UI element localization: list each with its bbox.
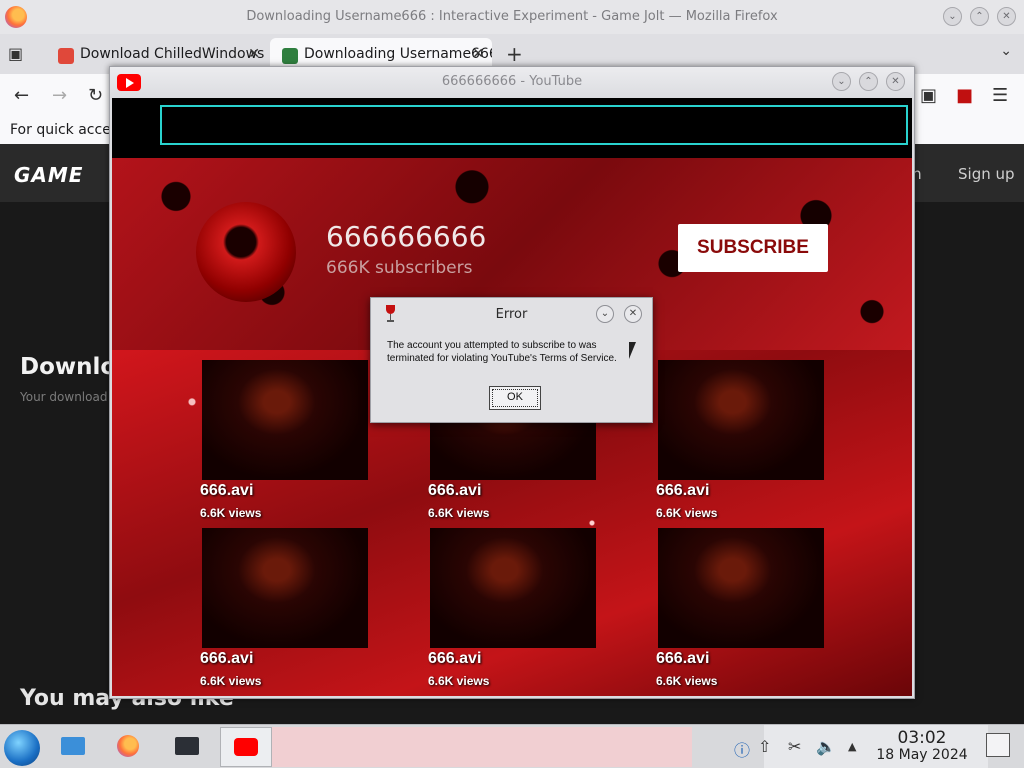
channel-avatar [196,202,296,302]
video-views: 6.6K views [200,506,262,520]
menu-icon[interactable]: ☰ [992,85,1008,106]
subscribe-button[interactable]: SUBSCRIBE [678,224,828,272]
error-dialog-close-button[interactable]: ✕ [624,305,642,323]
video-title[interactable]: 666.avi [428,482,481,500]
new-tab-button[interactable]: + [506,42,523,66]
taskbar-empty-space [272,727,692,767]
error-message: The account you attempted to subscribe t… [387,340,617,364]
video-title[interactable]: 666.avi [200,650,253,668]
channel-name: 666666666 [326,220,487,253]
itch-favicon-icon [58,48,74,64]
tab-label: Downloading Username666 [304,46,492,62]
tab-close-icon[interactable]: ✕ [472,46,484,62]
video-thumbnail[interactable] [658,528,824,648]
video-title[interactable]: 666.avi [656,650,709,668]
video-thumbnail[interactable] [202,528,368,648]
ok-button[interactable]: OK [489,386,541,410]
taskbar-youtube[interactable] [220,727,272,767]
youtube-minimize-button[interactable]: ⌄ [832,72,851,91]
download-subtext: Your download [20,390,108,404]
youtube-search-box[interactable] [160,105,908,145]
maximize-button[interactable]: ⌃ [970,7,989,26]
reload-icon[interactable]: ↻ [88,85,103,106]
error-dialog-titlebar[interactable]: Error ⌄ ✕ [371,298,652,330]
volume-muted-icon[interactable]: 🔈 [816,737,836,756]
taskbar-file-manager[interactable] [48,727,100,767]
sign-up-link[interactable]: Sign up [958,165,1015,183]
firefox-icon [117,735,139,757]
folder-icon [61,737,85,755]
update-icon[interactable]: ⇧ [758,737,771,756]
forward-icon[interactable]: → [52,85,67,106]
clock-date[interactable]: 18 May 2024 [868,747,976,763]
clock-time[interactable]: 03:02 [890,728,954,748]
minimize-button[interactable]: ⌄ [943,7,962,26]
extensions-icon[interactable]: ▣ [920,85,937,106]
video-thumbnail[interactable] [202,360,368,480]
youtube-icon [234,738,258,756]
close-button[interactable]: ✕ [997,7,1016,26]
back-icon[interactable]: ← [14,85,29,106]
video-views: 6.6K views [656,674,718,688]
tray-expand-icon[interactable]: ▲ [848,740,856,753]
error-dialog: Error ⌄ ✕ The account you attempted to s… [370,297,653,423]
firefox-titlebar: Downloading Username666 : Interactive Ex… [0,0,1024,34]
gamejolt-favicon-icon [282,48,298,64]
scissors-icon[interactable]: ✂ [788,737,801,756]
video-title[interactable]: 666.avi [428,650,481,668]
video-views: 6.6K views [428,674,490,688]
youtube-window-title: 666666666 - YouTube [441,74,583,89]
video-views: 6.6K views [656,506,718,520]
list-all-tabs-icon[interactable]: ⌄ [1000,43,1012,59]
firefox-window-title: Downloading Username666 : Interactive Ex… [246,9,778,24]
youtube-top-strip [112,98,912,158]
info-icon[interactable]: ⓘ [734,737,750,761]
gamejolt-logo[interactable]: GAME [14,163,83,187]
video-thumbnail[interactable] [658,360,824,480]
youtube-close-button[interactable]: ✕ [886,72,905,91]
subscriber-count: 666K subscribers [326,258,473,278]
mouse-cursor-icon [629,342,636,359]
show-desktop-button[interactable] [986,733,1010,757]
tab-close-icon[interactable]: ✕ [248,46,260,62]
taskbar-terminal[interactable] [162,727,214,767]
ublock-icon[interactable]: ■ [956,85,973,106]
video-thumbnail[interactable] [430,528,596,648]
video-views: 6.6K views [428,506,490,520]
youtube-maximize-button[interactable]: ⌃ [859,72,878,91]
video-views: 6.6K views [200,674,262,688]
terminal-icon [175,737,199,755]
start-menu-button[interactable] [4,730,40,766]
video-title[interactable]: 666.avi [656,482,709,500]
taskbar-firefox[interactable] [104,727,156,767]
youtube-window-titlebar[interactable]: 666666666 - YouTube ⌄ ⌃ ✕ [110,67,914,97]
download-heading: Downlo [20,354,117,380]
firefox-view-icon[interactable]: ▣ [8,44,30,64]
video-title[interactable]: 666.avi [200,482,253,500]
tab-label: Download ChilledWindows [80,46,265,62]
error-dialog-minimize-button[interactable]: ⌄ [596,305,614,323]
